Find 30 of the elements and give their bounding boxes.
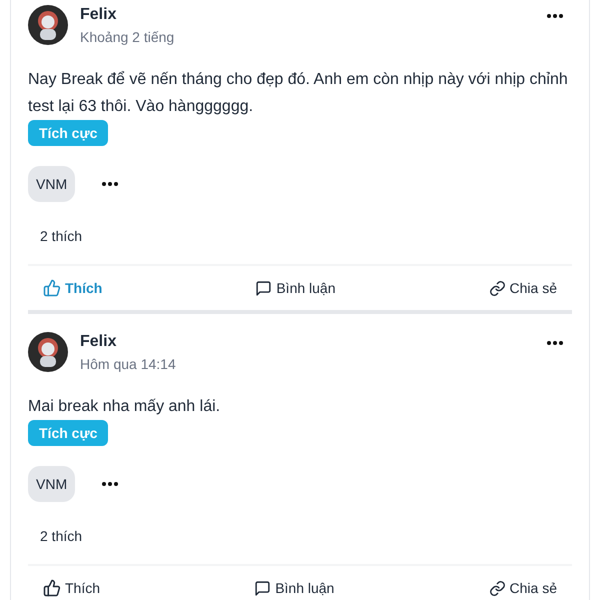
avatar [28,332,68,372]
comment-button[interactable]: Bình luận [255,278,336,298]
more-tickers-icon[interactable] [101,481,120,487]
post-text: Mai break nha mấy anh lái. [28,397,222,417]
sentiment-tag: Tích cực [28,420,108,446]
post-time: Hôm qua 14:14 [80,355,176,374]
ticker-chip[interactable]: VNM [28,466,76,502]
ticker-chip[interactable]: VNM [28,166,76,202]
post-text: Nay Break để vẽ nến tháng cho đẹp đó. Anh em còn nhịp này với nhịp chỉnh test lại 63 thôi. Vào hàngggggg. [28,70,569,117]
comment-button[interactable]: Bình luận [254,578,334,598]
more-tickers-icon[interactable] [101,181,120,187]
link-icon [488,280,506,296]
more-options-icon[interactable] [546,340,564,346]
comment-icon [254,580,272,596]
thumbs-up-icon [43,279,61,297]
post-time: Khoảng 2 tiếng [80,28,174,47]
like-count: 2 thích [40,527,84,546]
author-name[interactable]: Felix [80,5,174,25]
more-options-icon[interactable] [546,13,564,19]
like-button[interactable]: Thích [43,278,102,298]
like-count: 2 thích [40,227,84,246]
author-name[interactable]: Felix [80,332,176,352]
share-button[interactable]: Chia sẻ [488,578,557,598]
link-icon [488,580,506,596]
sentiment-tag: Tích cực [28,120,108,146]
share-button[interactable]: Chia sẻ [488,278,557,298]
comment-icon [255,280,272,296]
like-button[interactable]: Thích [43,578,100,598]
avatar [28,5,68,45]
thumbs-up-icon [43,579,61,597]
